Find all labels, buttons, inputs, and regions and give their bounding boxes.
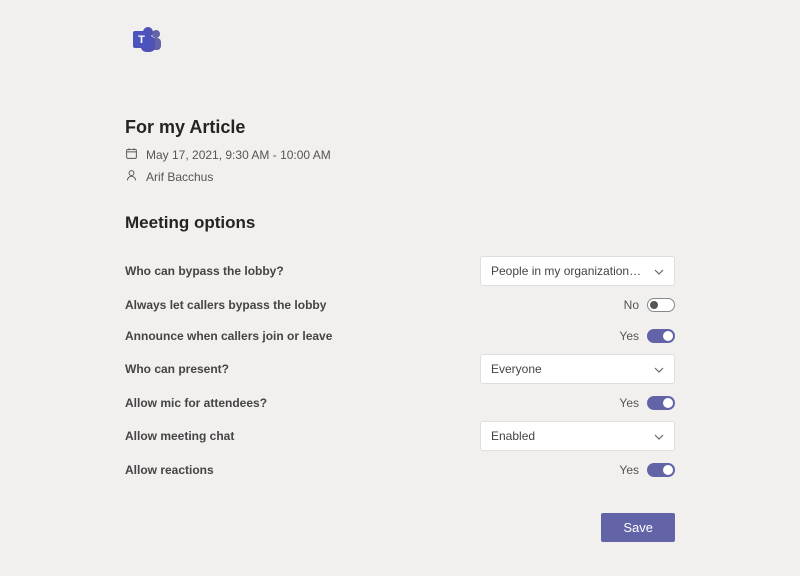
svg-text:T: T: [138, 34, 145, 46]
calendar-icon: [125, 147, 138, 163]
option-label-announce: Announce when callers join or leave: [125, 329, 332, 343]
meeting-organizer: Arif Bacchus: [146, 170, 213, 184]
toggle-state-announce: Yes: [619, 329, 639, 343]
mic-toggle[interactable]: [647, 396, 675, 410]
meeting-organizer-row: Arif Bacchus: [125, 169, 675, 185]
meeting-title: For my Article: [125, 117, 675, 138]
bypass-lobby-dropdown[interactable]: People in my organization and gu...: [480, 256, 675, 286]
meeting-datetime: May 17, 2021, 9:30 AM - 10:00 AM: [146, 148, 331, 162]
chevron-down-icon: [654, 429, 664, 443]
option-label-reactions: Allow reactions: [125, 463, 214, 477]
person-icon: [125, 169, 138, 185]
chevron-down-icon: [654, 362, 664, 376]
option-label-chat: Allow meeting chat: [125, 429, 234, 443]
chat-dropdown[interactable]: Enabled: [480, 421, 675, 451]
option-label-callers-bypass: Always let callers bypass the lobby: [125, 298, 326, 312]
toggle-state-reactions: Yes: [619, 463, 639, 477]
toggle-state-callers-bypass: No: [624, 298, 639, 312]
present-dropdown[interactable]: Everyone: [480, 354, 675, 384]
option-label-present: Who can present?: [125, 362, 229, 376]
section-title: Meeting options: [125, 213, 675, 233]
callers-bypass-toggle[interactable]: [647, 298, 675, 312]
option-label-bypass-lobby: Who can bypass the lobby?: [125, 264, 284, 278]
meeting-datetime-row: May 17, 2021, 9:30 AM - 10:00 AM: [125, 147, 675, 163]
chevron-down-icon: [654, 264, 664, 278]
option-label-mic: Allow mic for attendees?: [125, 396, 267, 410]
save-button[interactable]: Save: [601, 513, 675, 542]
announce-toggle[interactable]: [647, 329, 675, 343]
reactions-toggle[interactable]: [647, 463, 675, 477]
teams-logo-icon: T: [131, 24, 675, 61]
toggle-state-mic: Yes: [619, 396, 639, 410]
